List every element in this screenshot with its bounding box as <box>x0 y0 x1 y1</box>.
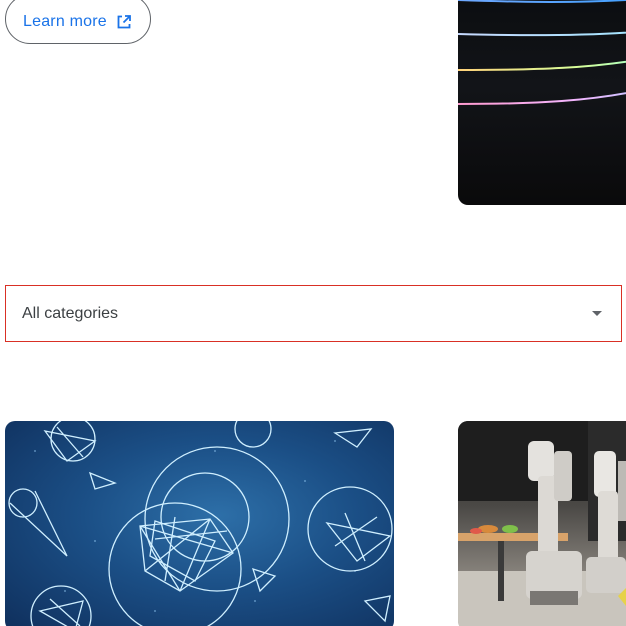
learn-more-button[interactable]: Learn more <box>5 0 151 44</box>
arrow-drop-down-icon <box>592 311 602 316</box>
category-select[interactable]: All categories <box>5 285 622 342</box>
learn-more-label: Learn more <box>23 13 107 30</box>
page: Learn more All categories <box>0 0 626 626</box>
geometric-shapes-image[interactable] <box>5 421 394 626</box>
open-in-new-icon <box>116 14 132 30</box>
neon-lines-image <box>458 0 626 205</box>
category-select-value: All categories <box>22 304 119 322</box>
robots-image[interactable] <box>458 421 626 626</box>
